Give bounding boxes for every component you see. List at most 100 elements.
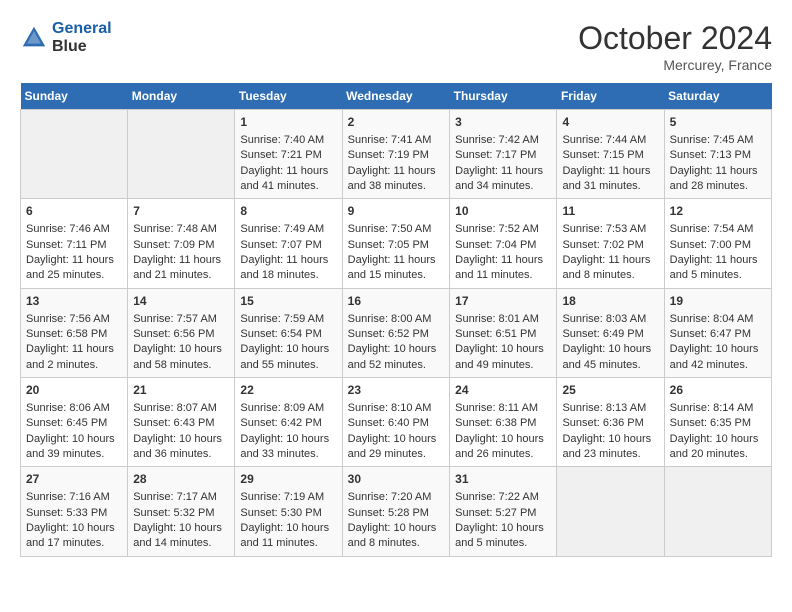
day-info: Sunrise: 7:22 AM	[455, 490, 551, 505]
day-number: 18	[562, 293, 658, 310]
calendar-cell: 26Sunrise: 8:14 AMSunset: 6:35 PMDayligh…	[664, 378, 771, 467]
day-info: Daylight: 11 hours and 5 minutes.	[670, 253, 766, 284]
day-info: Daylight: 11 hours and 31 minutes.	[562, 164, 658, 195]
day-info: Sunset: 6:51 PM	[455, 327, 551, 342]
calendar-cell: 16Sunrise: 8:00 AMSunset: 6:52 PMDayligh…	[342, 288, 450, 377]
calendar-cell: 14 Sunrise: 7:57 AMSunset: 6:56 PMDayligh…	[128, 288, 235, 377]
day-info: Sunrise: 7:40 AM	[240, 133, 336, 148]
calendar-cell: 10Sunrise: 7:52 AMSunset: 7:04 PMDayligh…	[450, 199, 557, 288]
calendar-cell: 15Sunrise: 7:59 AMSunset: 6:54 PMDayligh…	[235, 288, 342, 377]
day-info: Daylight: 10 hours and 52 minutes.	[348, 342, 445, 373]
calendar-cell: 18Sunrise: 8:03 AMSunset: 6:49 PMDayligh…	[557, 288, 664, 377]
day-info: Daylight: 10 hours and 55 minutes.	[240, 342, 336, 373]
day-number: 19	[670, 293, 766, 310]
day-number: 11	[562, 203, 658, 220]
day-info: Sunset: 6:45 PM	[26, 416, 122, 431]
day-number: 21	[133, 382, 229, 399]
day-info: Sunrise: 7:50 AM	[348, 222, 445, 237]
weekday-header: Wednesday	[342, 83, 450, 110]
day-number: 6	[26, 203, 122, 220]
day-number: 9	[348, 203, 445, 220]
day-info: Daylight: 10 hours and 20 minutes.	[670, 432, 766, 463]
calendar-week-row: 6 Sunrise: 7:46 AMSunset: 7:11 PM Daylight…	[21, 199, 772, 288]
month-title: October 2024	[578, 20, 772, 57]
day-info: Sunrise: 7:19 AM	[240, 490, 336, 505]
day-number: 27	[26, 471, 122, 488]
day-info: Sunset: 5:30 PM	[240, 506, 336, 521]
calendar-cell	[21, 110, 128, 199]
calendar-cell: 23Sunrise: 8:10 AMSunset: 6:40 PMDayligh…	[342, 378, 450, 467]
day-info: Sunset: 6:52 PM	[348, 327, 445, 342]
weekday-header: Monday	[128, 83, 235, 110]
day-info: Sunrise: 7:53 AM	[562, 222, 658, 237]
day-info: Daylight: 11 hours and 2 minutes.	[26, 342, 122, 373]
day-info: Daylight: 11 hours and 8 minutes.	[562, 253, 658, 284]
day-info: Sunrise: 8:03 AM	[562, 312, 658, 327]
day-info: Daylight: 11 hours and 34 minutes.	[455, 164, 551, 195]
day-info: Sunrise: 7:42 AM	[455, 133, 551, 148]
day-info: Sunrise: 8:14 AM	[670, 401, 766, 416]
day-number: 22	[240, 382, 336, 399]
day-number: 17	[455, 293, 551, 310]
calendar-cell: 4Sunrise: 7:44 AMSunset: 7:15 PMDaylight…	[557, 110, 664, 199]
day-info: Sunset: 7:11 PM	[26, 238, 122, 253]
title-block: October 2024 Mercurey, France	[578, 20, 772, 73]
calendar-cell: 17Sunrise: 8:01 AMSunset: 6:51 PMDayligh…	[450, 288, 557, 377]
calendar-cell: 21Sunrise: 8:07 AMSunset: 6:43 PMDayligh…	[128, 378, 235, 467]
day-info: Daylight: 11 hours and 18 minutes.	[240, 253, 336, 284]
day-info: Sunrise: 8:04 AM	[670, 312, 766, 327]
day-info: Sunset: 6:54 PM	[240, 327, 336, 342]
day-number: 14	[133, 293, 229, 310]
day-info: Daylight: 10 hours and 42 minutes.	[670, 342, 766, 373]
calendar-cell: 24Sunrise: 8:11 AMSunset: 6:38 PMDayligh…	[450, 378, 557, 467]
day-number: 4	[562, 114, 658, 131]
day-info: Sunrise: 8:01 AM	[455, 312, 551, 327]
day-info: Sunrise: 8:11 AM	[455, 401, 551, 416]
day-info: Sunrise: 7:57 AM	[133, 312, 229, 327]
location: Mercurey, France	[578, 57, 772, 73]
day-info: Sunrise: 8:06 AM	[26, 401, 122, 416]
calendar-week-row: 13Sunrise: 7:56 AMSunset: 6:58 PMDayligh…	[21, 288, 772, 377]
weekday-header-row: SundayMondayTuesdayWednesdayThursdayFrid…	[21, 83, 772, 110]
day-info: Sunrise: 7:48 AM	[133, 222, 229, 237]
weekday-header: Thursday	[450, 83, 557, 110]
calendar-cell: 29Sunrise: 7:19 AMSunset: 5:30 PMDayligh…	[235, 467, 342, 556]
day-info: Daylight: 10 hours and 23 minutes.	[562, 432, 658, 463]
day-number: 31	[455, 471, 551, 488]
day-number: 20	[26, 382, 122, 399]
day-number: 10	[455, 203, 551, 220]
day-number: 7	[133, 203, 229, 220]
day-info: Daylight: 10 hours and 29 minutes.	[348, 432, 445, 463]
page-header: General Blue October 2024 Mercurey, Fran…	[20, 20, 772, 73]
day-info: Daylight: 11 hours and 21 minutes.	[133, 253, 229, 284]
day-info: Sunrise: 8:13 AM	[562, 401, 658, 416]
weekday-header: Friday	[557, 83, 664, 110]
day-number: 16	[348, 293, 445, 310]
day-info: Sunrise: 7:16 AM	[26, 490, 122, 505]
calendar-cell: 31Sunrise: 7:22 AMSunset: 5:27 PMDayligh…	[450, 467, 557, 556]
day-info: Daylight: 11 hours and 28 minutes.	[670, 164, 766, 195]
calendar-cell	[128, 110, 235, 199]
calendar-cell: 19 Sunrise: 8:04 AMSunset: 6:47 PMDayligh…	[664, 288, 771, 377]
day-info: Daylight: 10 hours and 58 minutes.	[133, 342, 229, 373]
calendar-cell	[557, 467, 664, 556]
day-number: 13	[26, 293, 122, 310]
day-info: Sunset: 7:15 PM	[562, 148, 658, 163]
day-info: Sunrise: 7:49 AM	[240, 222, 336, 237]
calendar-cell: 25Sunrise: 8:13 AMSunset: 6:36 PMDayligh…	[557, 378, 664, 467]
day-info: Sunset: 7:05 PM	[348, 238, 445, 253]
weekday-header: Saturday	[664, 83, 771, 110]
day-info: Daylight: 10 hours and 11 minutes.	[240, 521, 336, 552]
day-info: Sunrise: 7:20 AM	[348, 490, 445, 505]
day-number: 30	[348, 471, 445, 488]
day-info: Daylight: 10 hours and 5 minutes.	[455, 521, 551, 552]
calendar-week-row: 1Sunrise: 7:40 AMSunset: 7:21 PMDaylight…	[21, 110, 772, 199]
day-info: Sunset: 6:42 PM	[240, 416, 336, 431]
day-number: 15	[240, 293, 336, 310]
day-info: Sunrise: 7:46 AM	[26, 222, 122, 237]
day-number: 25	[562, 382, 658, 399]
day-info: Sunset: 6:56 PM	[133, 327, 229, 342]
day-info: Sunset: 6:40 PM	[348, 416, 445, 431]
day-info: Sunset: 6:47 PM	[670, 327, 766, 342]
calendar-cell: 22Sunrise: 8:09 AMSunset: 6:42 PMDayligh…	[235, 378, 342, 467]
